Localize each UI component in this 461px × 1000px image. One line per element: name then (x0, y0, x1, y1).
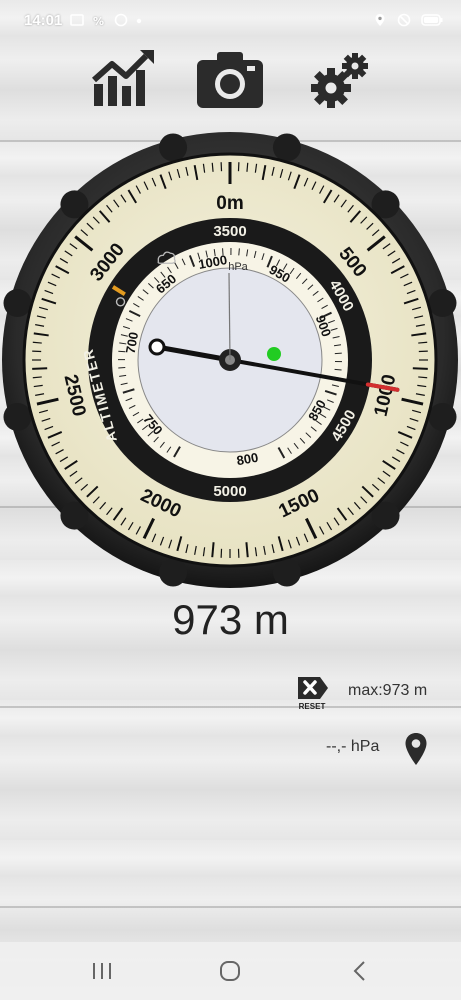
altitude-readout: 973 m (172, 596, 289, 643)
location-icon (375, 14, 385, 26)
do-not-disturb-icon (397, 13, 411, 27)
reset-label: RESET (298, 702, 326, 711)
pressure-text: --,- hPa (326, 738, 380, 755)
home-icon (220, 961, 240, 981)
home-button[interactable] (200, 942, 260, 1000)
recents-icon (93, 963, 111, 979)
outer-scale-label: 0m (216, 193, 243, 214)
map-pin-icon (405, 733, 427, 765)
toolbar (0, 46, 461, 116)
camera-icon (197, 52, 263, 108)
pressure-scale-tick (238, 248, 240, 256)
bezel-notch (3, 289, 32, 318)
pressure-unit-label: hPa (228, 261, 248, 273)
bezel-notch (272, 558, 301, 587)
outer-scale-tick (32, 376, 42, 379)
bezel-notch (428, 402, 457, 431)
status-time: 14:01 (24, 11, 63, 29)
outer-scale-tick (418, 376, 428, 379)
chart-button[interactable] (88, 46, 158, 116)
back-icon (353, 961, 365, 981)
back-button[interactable] (330, 942, 390, 1000)
plank-seam (0, 706, 461, 708)
outer-scale-tick (211, 162, 214, 172)
plank-seam (0, 906, 461, 908)
reset-button[interactable]: RESET (294, 674, 330, 712)
camera-button[interactable] (195, 46, 265, 116)
inner-ring-label: 5000 (213, 483, 246, 500)
inner-ring-label: 3500 (213, 223, 246, 240)
bezel-notch (272, 133, 301, 162)
pressure-scale-tick (118, 367, 126, 369)
short-hand-tip (148, 338, 166, 356)
outer-scale-tick (32, 367, 48, 370)
reset-icon (298, 677, 328, 699)
gallery-icon (70, 14, 85, 26)
altimeter-gauge: 0m50010001500200025003000350040004500500… (2, 132, 458, 588)
location-button[interactable] (404, 732, 428, 766)
settings-icon (311, 53, 368, 108)
bezel-notch (3, 402, 32, 431)
whatsapp-icon (115, 13, 128, 27)
bezel-notch (159, 133, 188, 162)
pressure-scale-tick (334, 368, 342, 371)
outer-scale-tick (32, 341, 42, 344)
outer-scale-tick (211, 542, 215, 558)
chart-icon (92, 50, 154, 106)
status-bar: 14:01 % (0, 0, 461, 40)
dot-icon (137, 18, 142, 24)
max-altitude-text: max:973 m (348, 682, 428, 699)
percent-icon: % (93, 15, 104, 27)
navigation-bar (0, 942, 461, 1000)
svg-text:%: % (93, 15, 104, 27)
battery-icon (421, 14, 443, 26)
outer-scale-tick (246, 162, 249, 172)
outer-scale-tick (245, 542, 249, 558)
bezel-notch (428, 289, 457, 318)
outer-scale-tick (418, 341, 428, 344)
settings-button[interactable] (305, 46, 375, 116)
recents-button[interactable] (72, 942, 132, 1000)
pressure-indicator (267, 347, 281, 361)
bezel-notch (159, 558, 188, 587)
outer-scale-tick (412, 367, 428, 370)
